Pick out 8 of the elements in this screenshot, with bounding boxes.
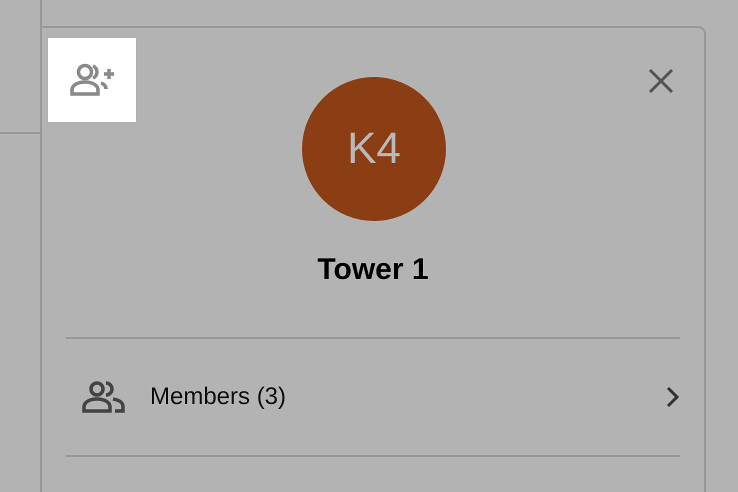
add-person-icon [69,63,115,97]
group-name: Tower 1 [317,253,429,287]
chevron-right-icon [666,386,680,408]
group-avatar: K4 [302,77,446,221]
members-item[interactable]: Members (3) [42,339,704,455]
close-button[interactable] [646,66,676,96]
people-icon [82,381,126,413]
add-person-button[interactable] [48,38,136,122]
